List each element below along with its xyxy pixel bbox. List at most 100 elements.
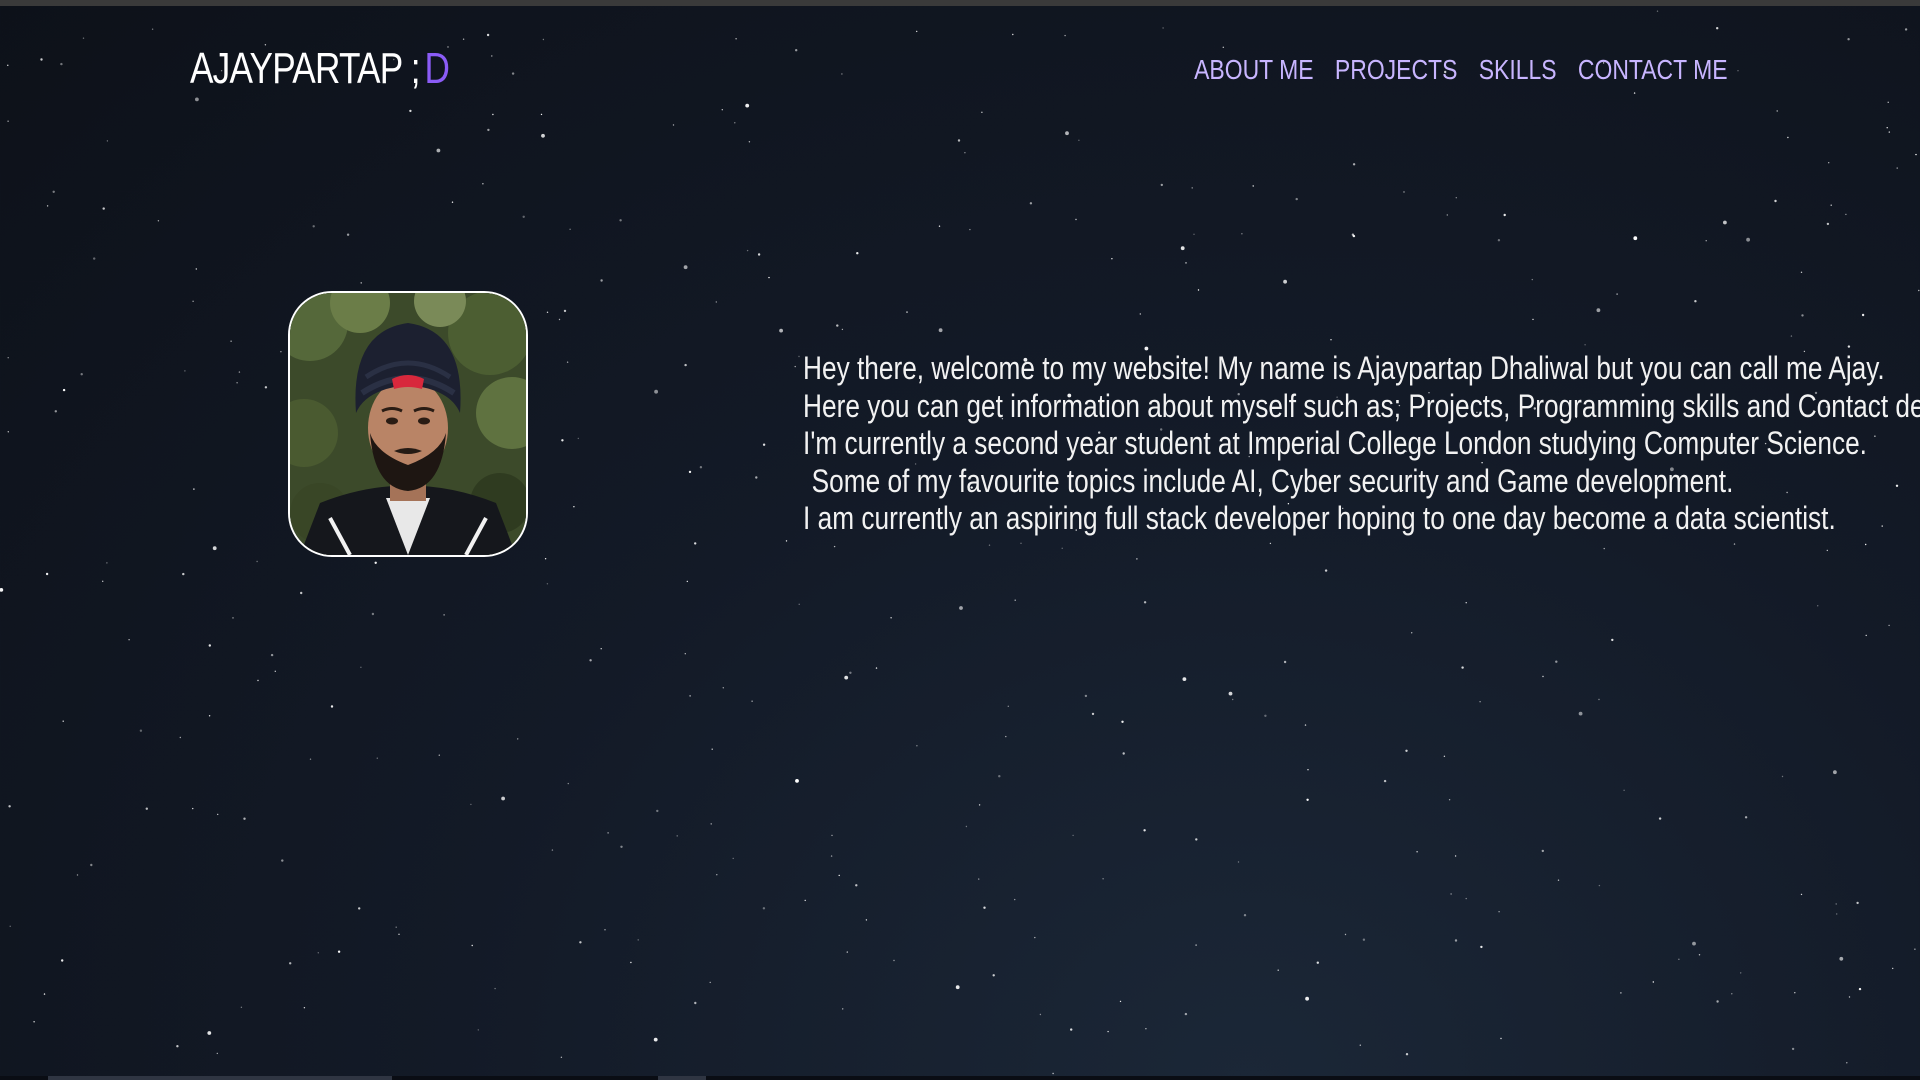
star — [1557, 879, 1560, 881]
star — [804, 899, 806, 902]
star — [7, 431, 9, 433]
star — [376, 757, 378, 759]
star — [1865, 634, 1867, 637]
star — [280, 351, 282, 353]
star — [1195, 944, 1197, 946]
star — [1143, 829, 1146, 832]
star — [577, 437, 579, 440]
star — [604, 929, 606, 931]
star — [1243, 914, 1247, 917]
star — [1191, 187, 1193, 189]
star — [844, 675, 849, 680]
star — [179, 736, 181, 739]
star — [566, 361, 569, 363]
star — [1833, 770, 1837, 775]
nav-contact-me[interactable]: CONTACT ME — [1578, 54, 1728, 86]
star — [1861, 313, 1865, 317]
star — [1480, 945, 1483, 949]
star — [1817, 605, 1819, 607]
scrollbar-thumb[interactable] — [48, 1076, 392, 1080]
star — [1228, 691, 1233, 696]
star — [1359, 1044, 1362, 1046]
logo-text: AJAYPARTAP ; — [190, 44, 421, 93]
star — [1283, 660, 1287, 664]
nav-skills[interactable]: SKILLS — [1479, 54, 1557, 86]
star — [1611, 638, 1614, 642]
star — [1182, 677, 1187, 681]
star — [959, 606, 963, 610]
star — [1620, 992, 1622, 994]
star — [983, 906, 986, 909]
star — [45, 572, 49, 576]
star — [1874, 435, 1876, 437]
star — [1237, 861, 1240, 863]
star — [1847, 345, 1851, 348]
star — [560, 1056, 563, 1059]
star — [1787, 136, 1789, 139]
star — [684, 363, 687, 367]
star — [501, 796, 505, 801]
nav-projects[interactable]: PROJECTS — [1335, 54, 1457, 86]
star — [746, 249, 749, 252]
star — [1781, 775, 1784, 778]
star — [1479, 701, 1481, 703]
star — [1383, 779, 1387, 783]
star — [1746, 237, 1750, 242]
star — [395, 926, 397, 928]
star — [846, 951, 848, 953]
star — [1633, 236, 1638, 241]
nav-about-me[interactable]: ABOUT ME — [1195, 54, 1315, 86]
star — [964, 152, 966, 154]
starfield-background — [0, 10, 1920, 1075]
star — [1800, 893, 1803, 896]
star — [1180, 246, 1185, 251]
star — [830, 855, 833, 857]
intro-line: I'm currently a second year student at I… — [803, 425, 1867, 461]
star — [600, 279, 603, 282]
star — [546, 311, 549, 313]
star — [607, 832, 609, 834]
star — [1014, 599, 1016, 601]
star — [600, 648, 602, 650]
star — [1598, 698, 1600, 701]
star — [1193, 233, 1195, 235]
scrollbar-thumb-secondary[interactable] — [658, 1076, 706, 1080]
star — [1498, 911, 1500, 913]
star — [1895, 484, 1899, 487]
star — [1405, 749, 1408, 752]
star — [62, 388, 66, 392]
star — [689, 695, 691, 697]
star — [360, 282, 362, 284]
star — [1692, 941, 1696, 946]
star — [589, 659, 592, 662]
star — [558, 318, 561, 321]
star — [1652, 981, 1655, 983]
star — [451, 201, 454, 203]
star — [567, 782, 569, 785]
star — [1072, 834, 1074, 837]
star — [487, 128, 490, 132]
star — [1344, 933, 1347, 936]
star — [1283, 279, 1287, 284]
star — [1139, 313, 1142, 315]
star — [992, 974, 995, 977]
star — [1888, 624, 1890, 627]
star — [330, 705, 334, 708]
star — [699, 466, 703, 469]
star — [1091, 712, 1095, 716]
star — [1740, 972, 1742, 974]
star — [1791, 1047, 1795, 1051]
star — [709, 981, 711, 984]
star — [694, 542, 697, 545]
star — [1881, 525, 1883, 527]
star — [541, 133, 545, 138]
star — [1277, 969, 1279, 971]
star — [1856, 901, 1859, 905]
star — [654, 389, 658, 394]
star — [398, 933, 400, 935]
site-logo[interactable]: AJAYPARTAP ; D — [190, 44, 450, 94]
star — [1603, 547, 1605, 550]
star — [785, 540, 788, 542]
star — [1122, 752, 1125, 755]
star — [1555, 660, 1558, 663]
